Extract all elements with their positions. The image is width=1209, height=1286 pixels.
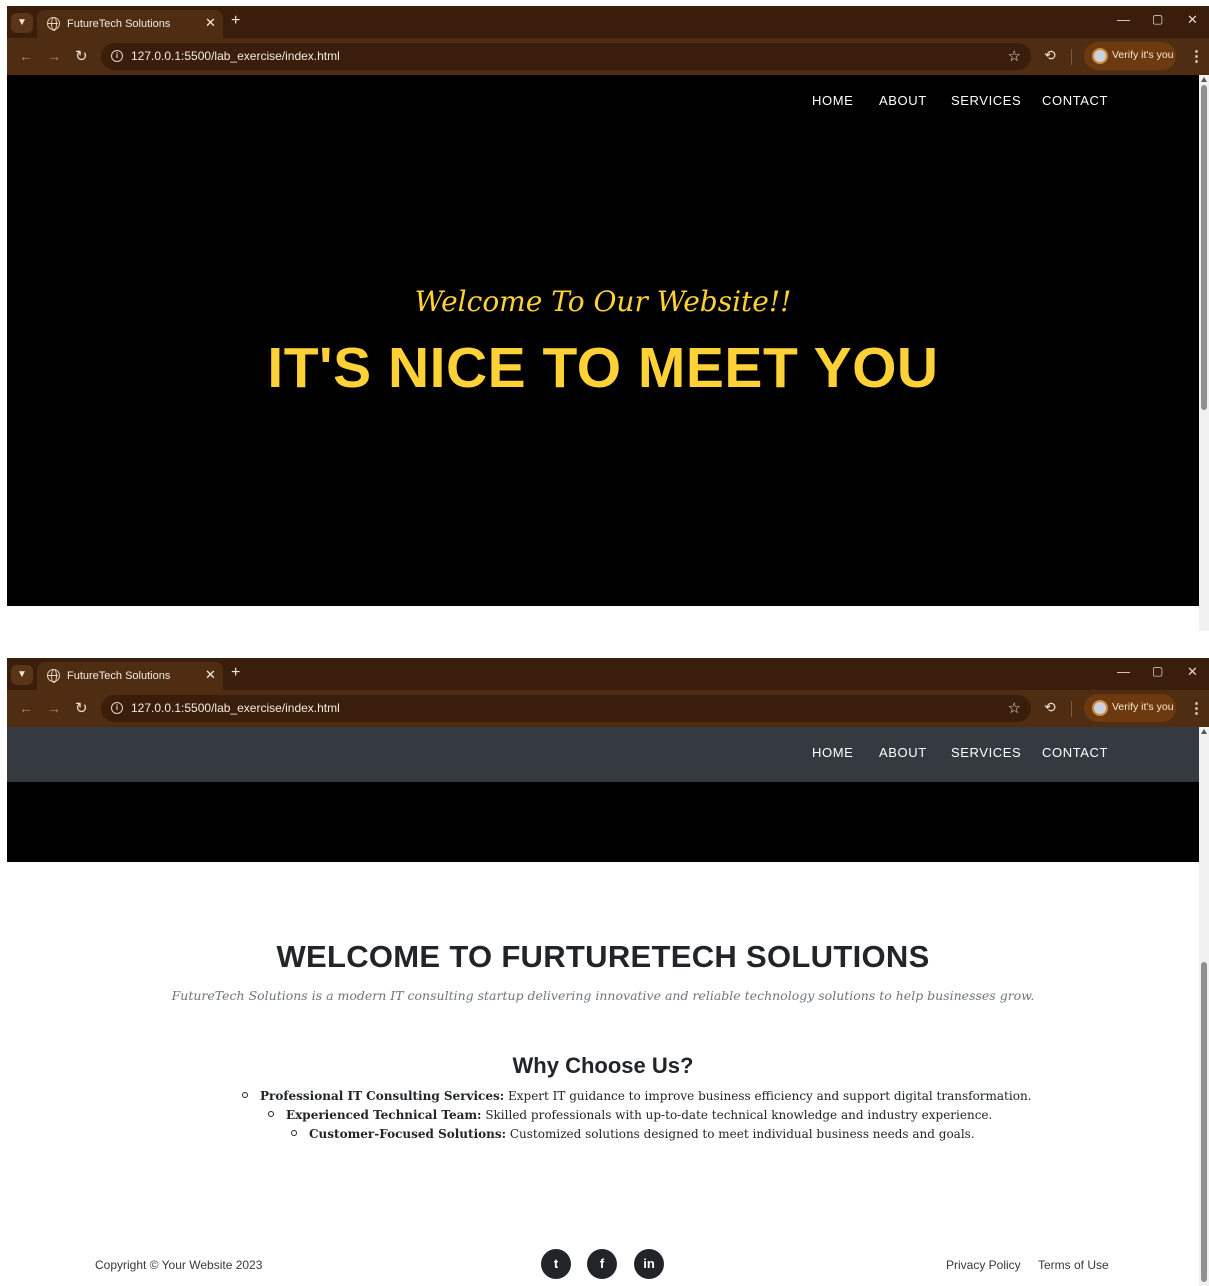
forward-arrow-icon[interactable]: → xyxy=(47,700,61,716)
forward-arrow-icon[interactable]: → xyxy=(47,48,61,64)
about-title: WELCOME TO FURTURETECH SOLUTIONS xyxy=(276,939,930,974)
back-arrow-icon[interactable]: ← xyxy=(19,700,33,716)
nav-link-home[interactable]: HOME xyxy=(812,745,853,760)
list-item: Professional IT Consulting Services: Exp… xyxy=(242,1089,1032,1103)
circle-bullet-icon xyxy=(268,1111,274,1117)
avatar-icon xyxy=(1092,48,1108,64)
tab-title: FutureTech Solutions xyxy=(67,670,171,682)
close-tab-icon[interactable]: ✕ xyxy=(205,667,216,683)
verify-profile-button[interactable]: Verify it's you xyxy=(1084,42,1176,70)
reload-icon[interactable]: ↻ xyxy=(75,699,88,717)
verify-label: Verify it's you xyxy=(1112,49,1174,61)
close-tab-icon[interactable]: ✕ xyxy=(205,15,216,31)
bookmark-star-icon[interactable]: ☆ xyxy=(1008,699,1021,717)
browser-window-top: ▼ FutureTech Solutions ✕ + — ▢ ✕ ← → ↻ i… xyxy=(7,6,1209,631)
minimize-button[interactable]: — xyxy=(1117,664,1130,679)
twitter-icon[interactable]: t xyxy=(541,1249,571,1279)
list-item: Customer-Focused Solutions: Customized s… xyxy=(291,1127,975,1141)
about-description: FutureTech Solutions is a modern IT cons… xyxy=(171,988,1035,1003)
scroll-thumb[interactable] xyxy=(1201,962,1207,1282)
feature-name: Customer-Focused Solutions: xyxy=(309,1127,507,1141)
browser-tab[interactable]: FutureTech Solutions ✕ xyxy=(37,662,223,690)
site-navbar: HOME ABOUT SERVICES CONTACT xyxy=(7,75,1199,130)
nav-link-contact[interactable]: CONTACT xyxy=(1042,93,1108,108)
list-item: Experienced Technical Team: Skilled prof… xyxy=(268,1108,992,1122)
toolbar-divider xyxy=(1071,701,1072,717)
avatar-icon xyxy=(1092,700,1108,716)
reload-icon[interactable]: ↻ xyxy=(75,47,88,65)
globe-icon xyxy=(47,17,60,31)
browser-window-bottom: ▼ FutureTech Solutions ✕ + — ▢ ✕ ← → ↻ i… xyxy=(7,658,1209,1286)
address-bar[interactable]: i 127.0.0.1:5500/lab_exercise/index.html… xyxy=(101,43,1031,70)
minimize-button[interactable]: — xyxy=(1117,12,1130,27)
browser-toolbar: ← → ↻ i 127.0.0.1:5500/lab_exercise/inde… xyxy=(7,38,1209,75)
copyright-text: Copyright © Your Website 2023 xyxy=(95,1258,263,1272)
page-viewport: HOME ABOUT SERVICES CONTACT WELCOME TO F… xyxy=(7,727,1209,1286)
site-info-icon[interactable]: i xyxy=(111,50,123,62)
verify-profile-button[interactable]: Verify it's you xyxy=(1084,694,1176,722)
new-tab-button[interactable]: + xyxy=(231,664,240,682)
hero-heading: IT'S NICE TO MEET YOU xyxy=(267,336,939,400)
feature-desc: Customized solutions designed to meet in… xyxy=(506,1127,975,1141)
linkedin-icon[interactable]: in xyxy=(634,1249,664,1279)
scroll-up-arrow-icon[interactable] xyxy=(1201,77,1207,82)
menu-kebab-icon[interactable]: ⋮ xyxy=(1189,699,1204,717)
terms-of-use-link[interactable]: Terms of Use xyxy=(1038,1258,1109,1272)
feature-name: Experienced Technical Team: xyxy=(286,1108,482,1122)
browser-tab[interactable]: FutureTech Solutions ✕ xyxy=(37,10,223,38)
tab-search-button[interactable]: ▼ xyxy=(11,13,33,33)
url-text[interactable]: 127.0.0.1:5500/lab_exercise/index.html xyxy=(131,701,340,715)
hero-subheading: Welcome To Our Website!! xyxy=(414,285,792,318)
url-text[interactable]: 127.0.0.1:5500/lab_exercise/index.html xyxy=(131,49,340,63)
browser-toolbar: ← → ↻ i 127.0.0.1:5500/lab_exercise/inde… xyxy=(7,690,1209,727)
back-arrow-icon[interactable]: ← xyxy=(19,48,33,64)
why-choose-title: Why Choose Us? xyxy=(512,1053,694,1078)
toolbar-divider xyxy=(1071,49,1072,65)
close-window-button[interactable]: ✕ xyxy=(1187,664,1198,680)
close-window-button[interactable]: ✕ xyxy=(1187,12,1198,28)
nav-link-services[interactable]: SERVICES xyxy=(951,93,1021,108)
tab-strip: ▼ FutureTech Solutions ✕ + — ▢ ✕ xyxy=(7,6,1209,38)
nav-link-about[interactable]: ABOUT xyxy=(879,745,927,760)
facebook-icon[interactable]: f xyxy=(587,1249,617,1279)
maximize-button[interactable]: ▢ xyxy=(1152,12,1163,26)
feature-desc: Skilled professionals with up-to-date te… xyxy=(481,1108,993,1122)
verify-label: Verify it's you xyxy=(1112,701,1174,713)
tab-strip: ▼ FutureTech Solutions ✕ + — ▢ ✕ xyxy=(7,658,1209,690)
scroll-up-arrow-icon[interactable] xyxy=(1201,729,1207,734)
scroll-thumb[interactable] xyxy=(1201,85,1207,410)
feature-name: Professional IT Consulting Services: xyxy=(260,1089,505,1103)
circle-bullet-icon xyxy=(291,1130,297,1136)
site-navbar: HOME ABOUT SERVICES CONTACT xyxy=(7,727,1199,782)
privacy-policy-link[interactable]: Privacy Policy xyxy=(946,1258,1021,1272)
address-bar[interactable]: i 127.0.0.1:5500/lab_exercise/index.html… xyxy=(101,695,1031,722)
nav-link-about[interactable]: ABOUT xyxy=(879,93,927,108)
page-viewport: HOME ABOUT SERVICES CONTACT Welcome To O… xyxy=(7,75,1209,606)
feature-desc: Expert IT guidance to improve business e… xyxy=(504,1089,1032,1103)
hero-bottom-band xyxy=(7,782,1199,862)
tab-title: FutureTech Solutions xyxy=(67,18,171,30)
maximize-button[interactable]: ▢ xyxy=(1152,664,1163,678)
history-icon[interactable]: ⟲ xyxy=(1044,47,1056,64)
page-scrollbar[interactable] xyxy=(1199,727,1209,1286)
page-scrollbar[interactable] xyxy=(1199,75,1209,631)
tab-search-button[interactable]: ▼ xyxy=(11,665,33,685)
nav-link-contact[interactable]: CONTACT xyxy=(1042,745,1108,760)
circle-bullet-icon xyxy=(242,1092,248,1098)
menu-kebab-icon[interactable]: ⋮ xyxy=(1189,47,1204,65)
history-icon[interactable]: ⟲ xyxy=(1044,699,1056,716)
nav-link-services[interactable]: SERVICES xyxy=(951,745,1021,760)
bookmark-star-icon[interactable]: ☆ xyxy=(1008,47,1021,65)
site-info-icon[interactable]: i xyxy=(111,702,123,714)
new-tab-button[interactable]: + xyxy=(231,12,240,30)
nav-link-home[interactable]: HOME xyxy=(812,93,853,108)
globe-icon xyxy=(47,669,60,683)
